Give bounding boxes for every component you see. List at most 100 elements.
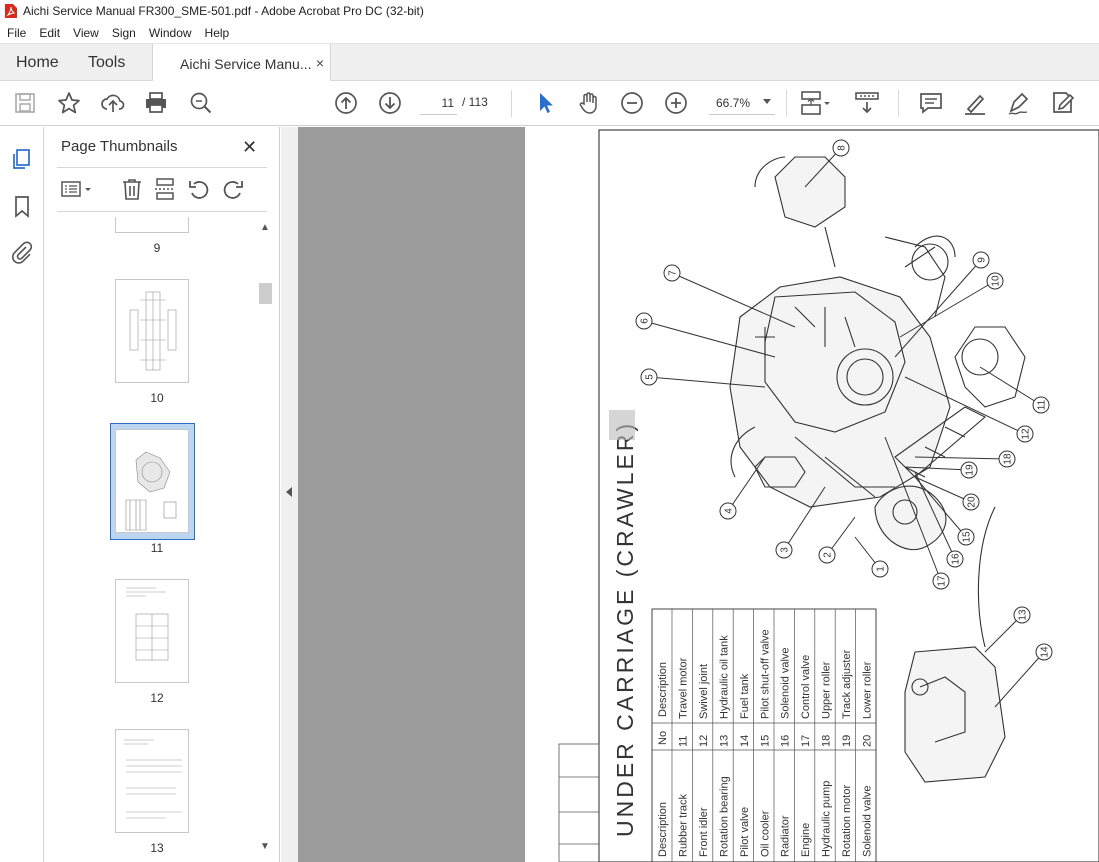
table-cell: 19: [841, 735, 853, 747]
thumbnail-label: 11: [150, 541, 164, 555]
table-cell: 12: [698, 735, 710, 747]
sign-pen-icon[interactable]: [1006, 90, 1032, 116]
callout-number: 13: [1018, 609, 1029, 621]
callout-number: 18: [1003, 453, 1014, 465]
zoom-out-icon[interactable]: [619, 90, 645, 116]
extract-pages-icon[interactable]: [153, 177, 177, 201]
page-count: / 113: [462, 95, 488, 109]
zoom-search-icon[interactable]: [188, 90, 214, 116]
zoom-level-value: 66.7%: [716, 96, 751, 110]
table-cell: Rubber track: [678, 794, 690, 857]
toolbar-divider: [511, 90, 512, 117]
callout-number: 16: [951, 553, 962, 565]
document-page: 1 2 3 4 5 6 7 8 9 10 11 12 13 14 15 16 17 18 19 20 UNDER CA…: [525, 127, 1099, 862]
page-thumbnail-13[interactable]: [115, 729, 189, 833]
tab-tools[interactable]: Tools: [88, 44, 125, 82]
callout-number: 20: [967, 496, 978, 508]
toolbar-divider: [786, 90, 787, 117]
rotate-clockwise-icon[interactable]: [221, 177, 245, 201]
document-background: [298, 127, 525, 862]
highlight-pen-icon[interactable]: [962, 90, 988, 116]
thumbnail-scrollbar[interactable]: ▲ ▼: [258, 219, 272, 859]
tab-bar: Home Tools Aichi Service Manu... ×: [0, 43, 1099, 83]
table-cell: Pilot shut-off valve: [759, 629, 771, 719]
table-cell: Travel motor: [678, 657, 690, 719]
edit-pdf-icon[interactable]: [1050, 90, 1076, 116]
table-cell: Front idler: [698, 807, 710, 857]
scroll-mode-icon[interactable]: [854, 90, 880, 116]
hand-tool-icon[interactable]: [576, 90, 602, 116]
table-header: Description: [657, 802, 669, 857]
print-icon[interactable]: [143, 90, 169, 116]
callout-number: 12: [1021, 428, 1032, 440]
menu-file[interactable]: File: [0, 26, 32, 40]
select-cursor-icon[interactable]: [532, 90, 558, 116]
menu-edit[interactable]: Edit: [32, 26, 66, 40]
zoom-in-icon[interactable]: [663, 90, 689, 116]
page-thumbnail-10[interactable]: [115, 279, 189, 383]
thumbnail-label: 13: [150, 841, 164, 855]
tab-document-label: Aichi Service Manu...: [180, 55, 312, 72]
delete-trash-icon[interactable]: [120, 177, 144, 201]
table-cell: 17: [800, 735, 812, 747]
comment-icon[interactable]: [918, 90, 944, 116]
toolbar-divider: [898, 90, 899, 117]
table-cell: Oil cooler: [759, 810, 771, 857]
left-navigation-rail: [0, 127, 44, 862]
table-cell: Radiator: [780, 815, 792, 857]
menu-help[interactable]: Help: [198, 26, 236, 40]
collapse-panel-icon[interactable]: [286, 487, 292, 497]
table-cell: Solenoid valve: [861, 785, 873, 857]
thumbnail-label: 9: [153, 241, 161, 255]
page-drawing: 1234567891011121314151617181920 UNDER CA…: [558, 129, 1099, 862]
previous-page-icon[interactable]: [333, 90, 359, 116]
scroll-down-icon[interactable]: ▼: [260, 841, 270, 852]
scrollbar-thumb[interactable]: [259, 283, 272, 304]
tab-home[interactable]: Home: [16, 44, 59, 82]
page-thumbnail-9[interactable]: [115, 217, 189, 233]
panel-title: Page Thumbnails: [61, 138, 178, 155]
close-icon[interactable]: ✕: [242, 137, 257, 158]
menu-sign[interactable]: Sign: [105, 26, 142, 40]
table-cell: 20: [861, 735, 873, 747]
table-cell: Rotation motor: [841, 785, 853, 857]
panel-splitter[interactable]: [281, 127, 298, 862]
table-cell: Lower roller: [861, 661, 873, 719]
page-number-input[interactable]: 11: [420, 91, 457, 115]
options-menu-icon[interactable]: [60, 177, 94, 201]
menu-bar: File Edit View Sign Window Help: [0, 22, 1099, 43]
callout-leader-line: [727, 456, 766, 512]
scroll-up-icon[interactable]: ▲: [260, 222, 270, 233]
menu-view[interactable]: View: [66, 26, 105, 40]
main-toolbar: 11 / 113 66.7%: [0, 81, 1099, 126]
rotate-counterclockwise-icon[interactable]: [187, 177, 211, 201]
bookmark-icon[interactable]: [10, 194, 34, 218]
upload-icon[interactable]: [100, 90, 126, 116]
table-cell: 14: [739, 735, 751, 747]
save-icon[interactable]: [12, 90, 38, 116]
callout-number: 10: [991, 275, 1002, 287]
tab-document[interactable]: Aichi Service Manu... ×: [152, 44, 331, 83]
page-thumbnails-icon[interactable]: [10, 147, 34, 171]
attachment-icon[interactable]: [10, 240, 34, 264]
menu-window[interactable]: Window: [142, 26, 198, 40]
table-cell: 11: [678, 736, 690, 747]
divider: [57, 211, 267, 212]
page-thumbnail-11[interactable]: [115, 429, 189, 533]
page-thumbnail-12[interactable]: [115, 579, 189, 683]
table-cell: Hydraulic pump: [820, 781, 832, 857]
page-fit-icon[interactable]: [800, 90, 834, 116]
page-heading: UNDER CARRIAGE (CRAWLER): [612, 421, 638, 837]
next-page-icon[interactable]: [377, 90, 403, 116]
table-cell: Upper roller: [820, 661, 832, 719]
zoom-level-select[interactable]: 66.7%: [709, 91, 775, 115]
heading-shade: [609, 410, 635, 440]
thumbnail-label: 12: [150, 691, 164, 705]
callout-number: 8: [837, 145, 848, 151]
table-cell: Solenoid valve: [780, 647, 792, 719]
star-icon[interactable]: [56, 90, 82, 116]
callout-number: 5: [645, 374, 656, 380]
table-cell: Hydraulic oil tank: [718, 635, 730, 719]
tab-close-icon[interactable]: ×: [316, 55, 324, 71]
acrobat-app-icon: [5, 4, 17, 18]
